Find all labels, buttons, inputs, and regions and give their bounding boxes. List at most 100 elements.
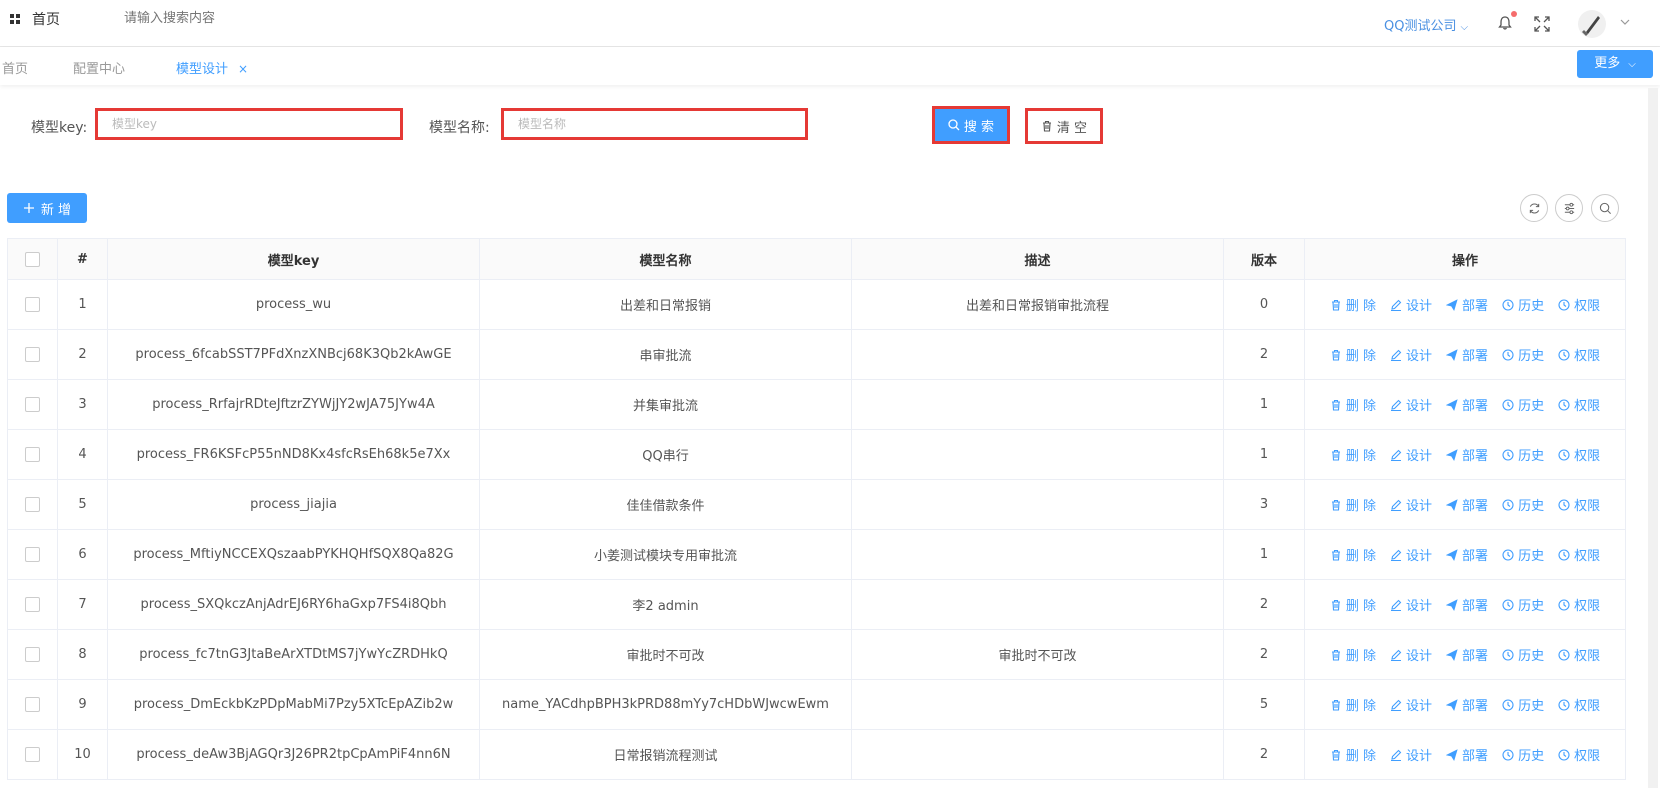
more-button[interactable]: 更多 ⌵ [1577, 50, 1653, 78]
add-button[interactable]: 新 增 [7, 193, 87, 223]
tab-model-design-label: 模型设计 [176, 62, 229, 77]
delete-action-label: 删 除 [1345, 549, 1377, 564]
apps-grid-icon[interactable] [10, 14, 20, 24]
permission-action[interactable]: 权限 [1558, 745, 1600, 764]
permission-action[interactable]: 权限 [1558, 495, 1600, 514]
row-checkbox[interactable] [25, 697, 40, 712]
deploy-action[interactable]: 部署 [1446, 345, 1488, 364]
design-action[interactable]: 设计 [1390, 545, 1432, 564]
delete-action-label: 删 除 [1345, 499, 1377, 514]
deploy-action[interactable]: 部署 [1446, 745, 1488, 764]
delete-action[interactable]: 删 除 [1330, 445, 1376, 464]
model-key-input[interactable] [98, 111, 400, 137]
permission-action[interactable]: 权限 [1558, 645, 1600, 664]
row-checkbox[interactable] [25, 547, 40, 562]
deploy-action[interactable]: 部署 [1446, 295, 1488, 314]
company-selector[interactable]: QQ测试公司 ⌵ [1384, 15, 1468, 34]
history-action[interactable]: 历史 [1502, 445, 1544, 464]
column-settings-button[interactable] [1555, 194, 1583, 222]
history-action[interactable]: 历史 [1502, 395, 1544, 414]
history-action[interactable]: 历史 [1502, 695, 1544, 714]
clear-button[interactable]: 清 空 [1025, 108, 1103, 144]
design-action[interactable]: 设计 [1390, 495, 1432, 514]
send-icon [1446, 448, 1458, 461]
row-actions-group: 删 除 设计 部署 历史 权限 [1306, 745, 1625, 764]
delete-action-label: 删 除 [1345, 449, 1377, 464]
delete-action[interactable]: 删 除 [1330, 395, 1376, 414]
permission-action[interactable]: 权限 [1558, 595, 1600, 614]
delete-action[interactable]: 删 除 [1330, 645, 1376, 664]
deploy-action[interactable]: 部署 [1446, 645, 1488, 664]
history-action[interactable]: 历史 [1502, 495, 1544, 514]
design-action[interactable]: 设计 [1390, 445, 1432, 464]
design-action[interactable]: 设计 [1390, 395, 1432, 414]
deploy-action[interactable]: 部署 [1446, 495, 1488, 514]
row-actions-group: 删 除 设计 部署 历史 权限 [1306, 695, 1625, 714]
row-checkbox[interactable] [25, 447, 40, 462]
page-scrollbar[interactable] [1648, 88, 1658, 788]
delete-action[interactable]: 删 除 [1330, 295, 1376, 314]
delete-action[interactable]: 删 除 [1330, 495, 1376, 514]
history-action[interactable]: 历史 [1502, 345, 1544, 364]
tab-home[interactable]: 首页 [2, 58, 28, 77]
tab-model-design[interactable]: 模型设计 × [176, 58, 248, 77]
chevron-down-icon[interactable] [1620, 17, 1630, 27]
deploy-action[interactable]: 部署 [1446, 395, 1488, 414]
row-checkbox[interactable] [25, 297, 40, 312]
delete-action[interactable]: 删 除 [1330, 695, 1376, 714]
avatar[interactable] [1578, 10, 1606, 38]
global-search-input[interactable] [122, 10, 326, 27]
select-all-checkbox[interactable] [25, 251, 40, 267]
toggle-search-button[interactable] [1591, 194, 1619, 222]
permission-action[interactable]: 权限 [1558, 445, 1600, 464]
design-action[interactable]: 设计 [1390, 295, 1432, 314]
design-action-label: 设计 [1406, 549, 1433, 564]
refresh-button[interactable] [1520, 194, 1548, 222]
design-action[interactable]: 设计 [1390, 345, 1432, 364]
delete-action[interactable]: 删 除 [1330, 545, 1376, 564]
close-icon[interactable]: × [238, 62, 248, 76]
row-checkbox[interactable] [25, 597, 40, 612]
history-action[interactable]: 历史 [1502, 595, 1544, 614]
row-checkbox[interactable] [25, 347, 40, 362]
deploy-action-label: 部署 [1462, 399, 1489, 414]
delete-action[interactable]: 删 除 [1330, 745, 1376, 764]
row-model-name: name_YACdhpBPH3kPRD88mYy7cHDbWJwcwEwm [479, 679, 852, 730]
history-action[interactable]: 历史 [1502, 295, 1544, 314]
deploy-action[interactable]: 部署 [1446, 445, 1488, 464]
permission-action[interactable]: 权限 [1558, 345, 1600, 364]
table-row: 4 process_FR6KSFcP55nND8Kx4sfcRsEh68k5e7X… [7, 429, 1626, 480]
design-action[interactable]: 设计 [1390, 745, 1432, 764]
fullscreen-icon[interactable] [1534, 16, 1550, 32]
deploy-action[interactable]: 部署 [1446, 695, 1488, 714]
send-icon [1446, 298, 1458, 311]
history-action[interactable]: 历史 [1502, 745, 1544, 764]
permission-action-label: 权限 [1574, 499, 1601, 514]
delete-action[interactable]: 删 除 [1330, 345, 1376, 364]
row-checkbox[interactable] [25, 747, 40, 762]
model-name-input[interactable] [504, 111, 805, 137]
bell-icon[interactable] [1497, 15, 1513, 31]
tab-config-center[interactable]: 配置中心 [73, 58, 125, 77]
design-action[interactable]: 设计 [1390, 645, 1432, 664]
permission-action[interactable]: 权限 [1558, 295, 1600, 314]
clock-icon [1558, 348, 1570, 361]
permission-action[interactable]: 权限 [1558, 545, 1600, 564]
row-checkbox[interactable] [25, 397, 40, 412]
home-link[interactable]: 首页 [32, 9, 60, 29]
clock-icon [1502, 348, 1514, 361]
design-action[interactable]: 设计 [1390, 595, 1432, 614]
row-checkbox[interactable] [25, 497, 40, 512]
send-icon [1446, 548, 1458, 561]
search-button[interactable]: 搜 索 [932, 106, 1010, 144]
send-icon [1446, 498, 1458, 511]
delete-action[interactable]: 删 除 [1330, 595, 1376, 614]
history-action[interactable]: 历史 [1502, 645, 1544, 664]
history-action[interactable]: 历史 [1502, 545, 1544, 564]
design-action[interactable]: 设计 [1390, 695, 1432, 714]
permission-action[interactable]: 权限 [1558, 395, 1600, 414]
permission-action[interactable]: 权限 [1558, 695, 1600, 714]
deploy-action[interactable]: 部署 [1446, 595, 1488, 614]
row-checkbox[interactable] [25, 647, 40, 662]
deploy-action[interactable]: 部署 [1446, 545, 1488, 564]
